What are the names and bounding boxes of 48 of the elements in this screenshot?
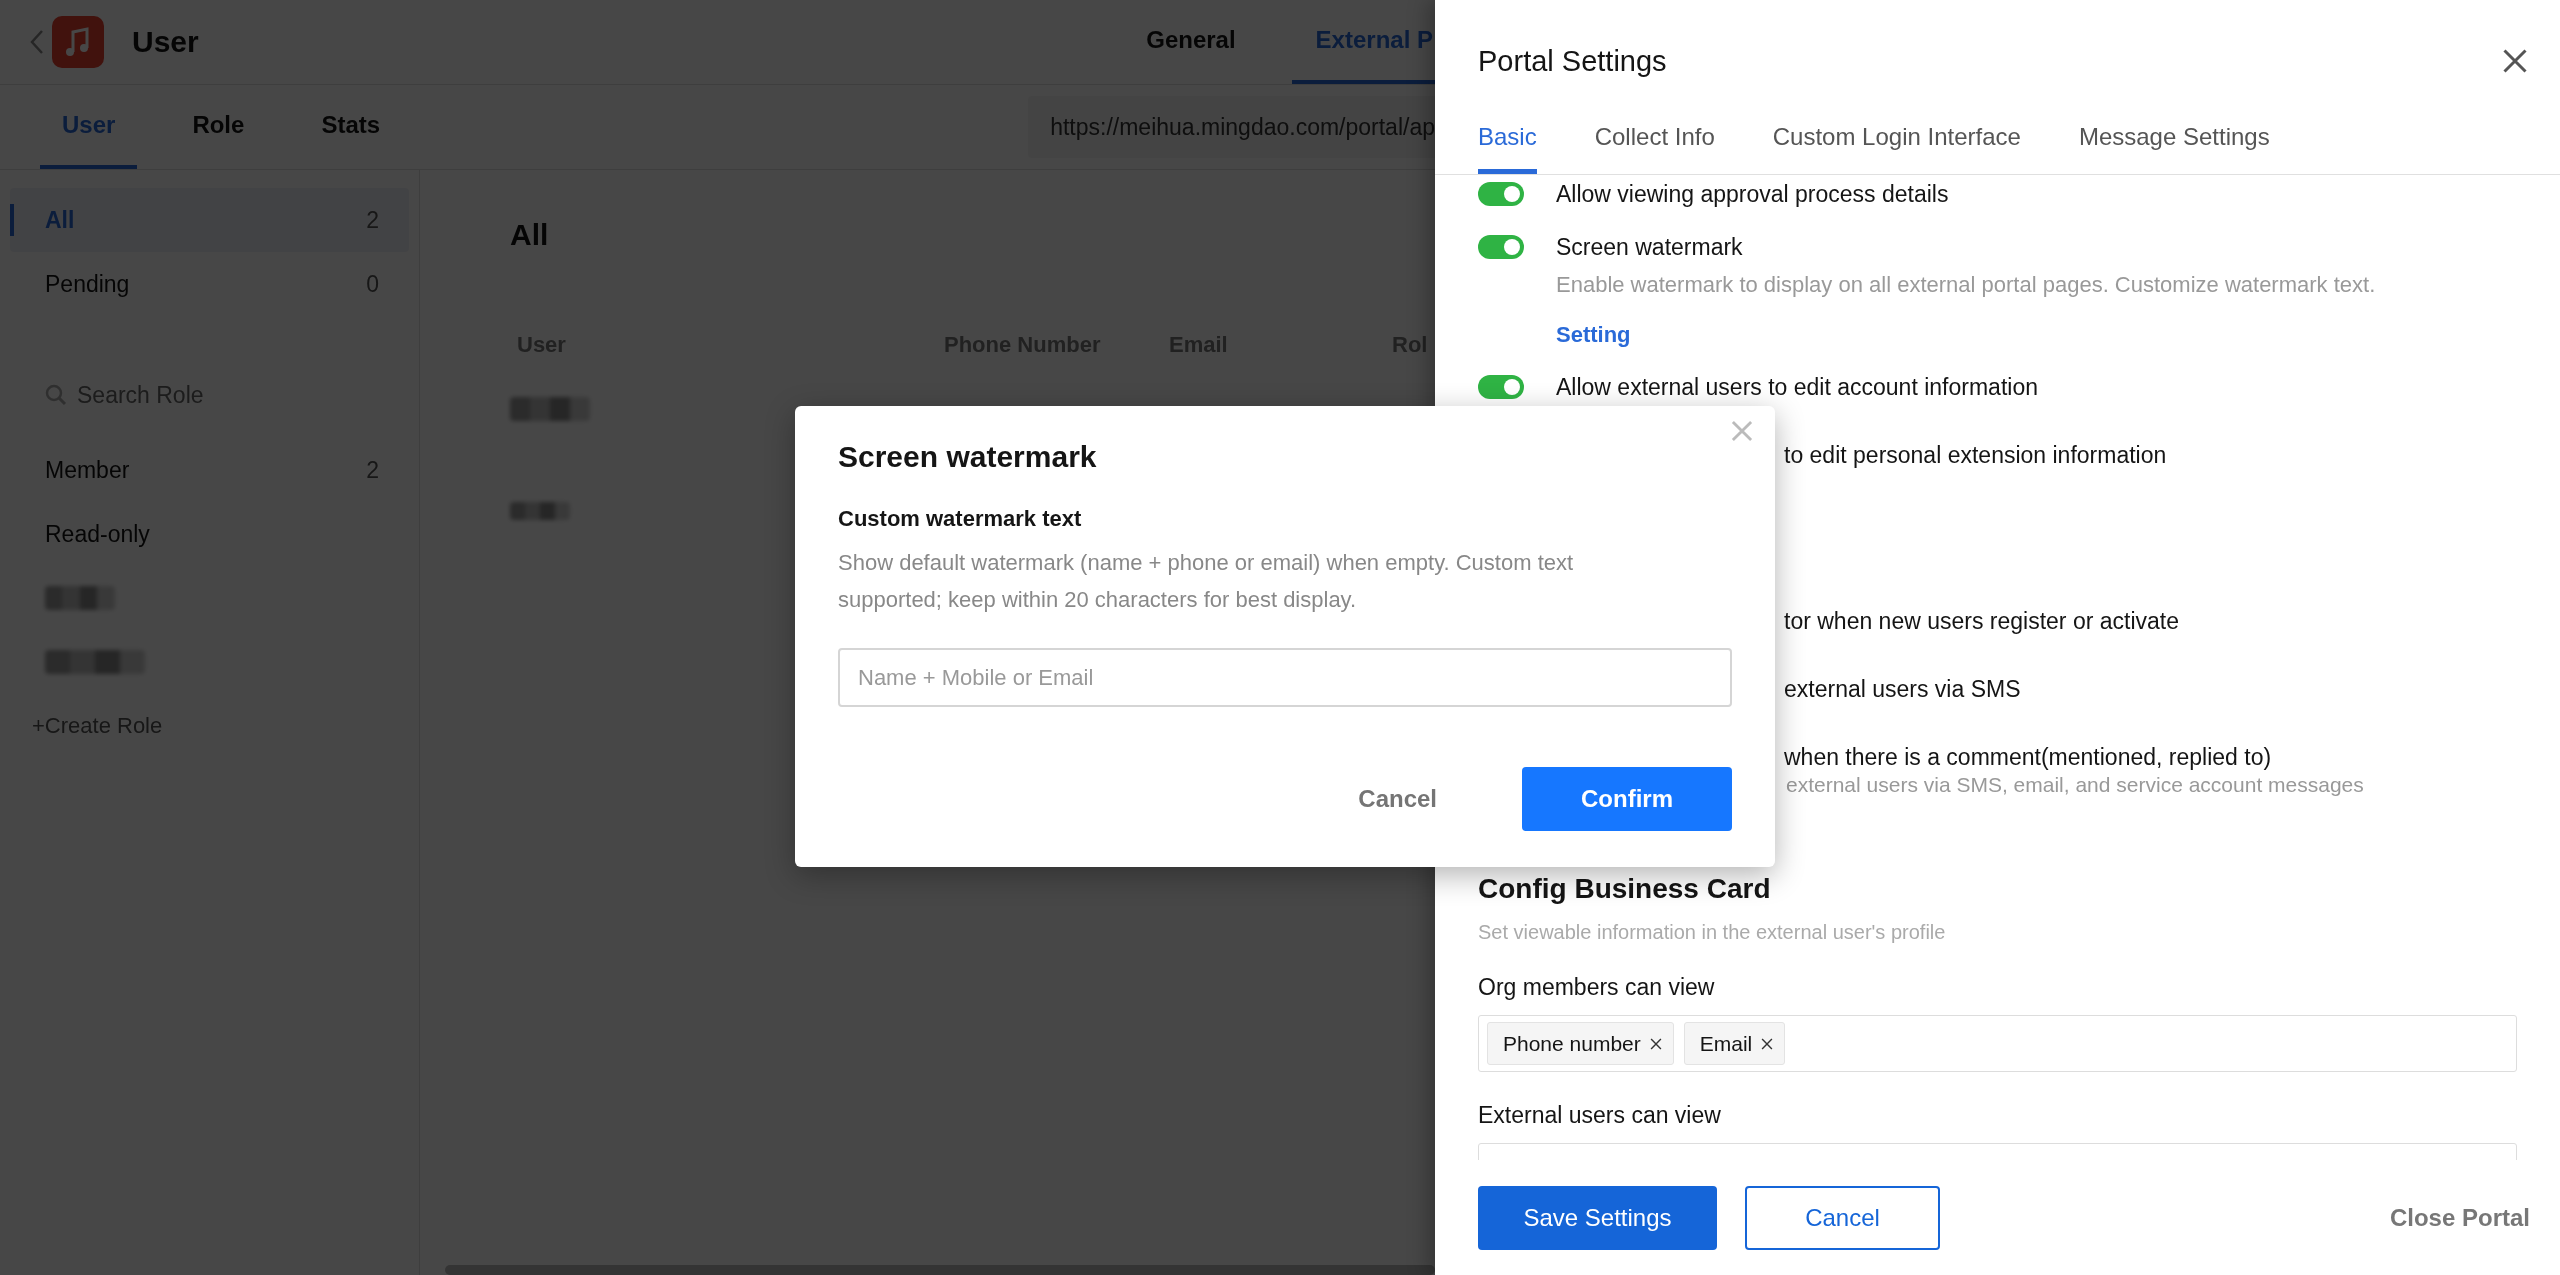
section-heading: Config Business Card [1478,873,1772,905]
setting-label: to edit personal extension information [1784,441,2167,469]
tab[interactable]: Custom Login Interface [1772,100,2021,174]
toggle-switch[interactable] [1478,375,1524,399]
tab[interactable]: Message Settings [2078,100,2270,174]
setting-label: external users via SMS [1784,675,2021,703]
toggle-switch[interactable] [1478,235,1524,259]
confirm-button[interactable]: Confirm [1522,767,1732,831]
cancel-button[interactable]: Cancel [1745,1185,1940,1250]
tab[interactable]: Collect Info [1594,100,1715,174]
field-label: Custom watermark text [838,506,1083,532]
tab[interactable]: Stats [299,85,383,169]
blurred-text [45,586,115,610]
sidebar-item[interactable]: Read-only [10,502,409,566]
music-app-icon [52,16,104,68]
back-icon[interactable] [30,29,44,55]
save-button[interactable]: Save Settings [1478,1185,1717,1250]
tag-label: Phone number [1503,1031,1641,1056]
field-label: External users can view [1478,1102,1722,1129]
section-heading: All [510,218,550,252]
setting-description: Enable watermark to display on all external portal pages. Customize watermark text. [1556,271,2377,299]
tab[interactable]: User [40,85,138,169]
close-icon[interactable] [1760,1036,1775,1051]
setting-label: Screen watermark [1556,233,1743,261]
setting-link[interactable]: Setting [1556,317,1631,353]
setting-label: tor when new users register or activate [1784,607,2179,635]
section-subtitle: Set viewable information in the external user's profile [1478,921,1947,944]
search-icon [45,384,67,406]
dialog-title: Screen watermark [838,440,1098,474]
close-icon[interactable] [1648,1036,1663,1051]
toggle-switch[interactable] [1478,182,1524,206]
tab[interactable]: Basic [1478,100,1537,174]
blurred-text [510,502,570,520]
field-label: Org members can view [1478,974,1716,1001]
nav-tab[interactable]: General [1122,0,1260,84]
panel-title: Portal Settings [1478,44,1667,78]
cancel-button[interactable]: Cancel [1318,767,1477,831]
help-text: Show default watermark (name + phone or email) when empty. Custom text supported; keep within 20 characters for best display. [838,549,1575,614]
tab[interactable]: Role [170,85,267,169]
setting-description: external users via SMS, email, and service account messages [1786,773,2364,797]
tag-label: Email [1699,1031,1753,1056]
page-title: User [132,25,199,59]
input-field[interactable]: Name + Mobile or Email [838,648,1732,707]
setting-label: Allow external users to edit account information [1556,373,2038,401]
setting-label: Allow viewing approval process details [1556,180,1949,208]
tag-field[interactable]: Phone number Email [1478,1015,2517,1072]
close-portal-button[interactable]: Close Portal [2389,1203,2530,1232]
setting-label: when there is a comment(mentioned, replied to) [1784,743,2272,771]
